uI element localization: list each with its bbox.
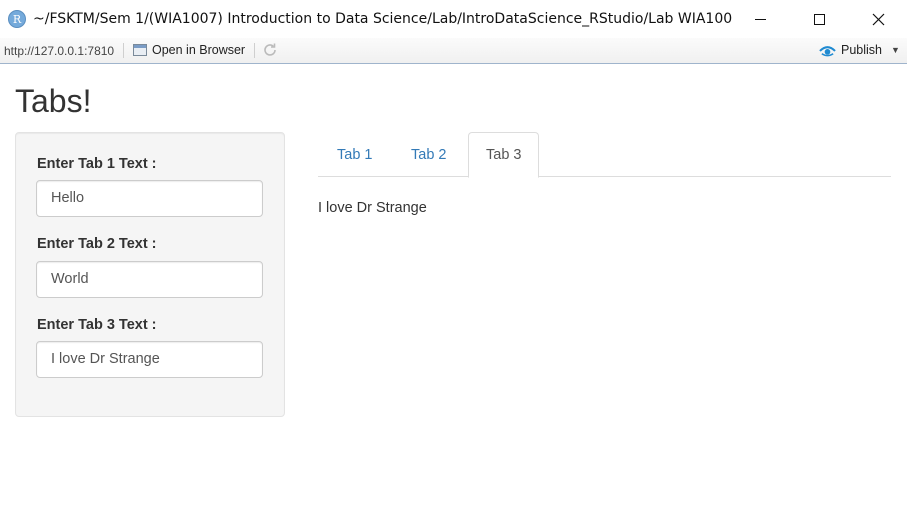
window-titlebar: R ~/FSKTM/Sem 1/(WIA1007) Introduction t… [0, 0, 907, 38]
open-in-browser-label: Open in Browser [152, 43, 246, 57]
publish-label: Publish [841, 43, 882, 57]
tab1-text-label: Enter Tab 1 Text : [37, 156, 157, 172]
refresh-icon[interactable] [262, 42, 278, 58]
toolbar-divider [254, 43, 255, 58]
tab2-text-input[interactable]: World [36, 261, 263, 298]
tab-3[interactable]: Tab 3 [468, 132, 540, 178]
open-in-browser-icon [133, 44, 147, 56]
tabset: Tab 1 Tab 2 Tab 3 [318, 132, 891, 178]
tab3-text-label: Enter Tab 3 Text : [37, 317, 157, 333]
minimize-button[interactable] [737, 0, 783, 38]
toolbar-divider [123, 43, 124, 58]
close-button[interactable] [855, 0, 901, 38]
viewer-toolbar: http://127.0.0.1:7810 Open in Browser Pu… [0, 38, 907, 64]
minimize-icon [754, 18, 766, 20]
tab-2[interactable]: Tab 2 [393, 132, 464, 177]
url-label: http://127.0.0.1:7810 [4, 44, 115, 58]
publish-button[interactable]: Publish ▼ [819, 43, 900, 57]
chevron-down-icon[interactable]: ▼ [891, 45, 900, 55]
tab-1[interactable]: Tab 1 [319, 132, 390, 177]
page-title: Tabs! [15, 83, 92, 119]
tab3-text-input[interactable]: I love Dr Strange [36, 341, 263, 378]
publish-icon [819, 46, 836, 57]
window-title: ~/FSKTM/Sem 1/(WIA1007) Introduction to … [33, 11, 733, 27]
tab1-text-input[interactable]: Hello [36, 180, 263, 217]
sidebar-panel: Enter Tab 1 Text : Hello Enter Tab 2 Tex… [15, 132, 285, 417]
close-icon [872, 13, 884, 25]
maximize-button[interactable] [796, 0, 842, 38]
maximize-icon [813, 13, 825, 25]
tab2-text-label: Enter Tab 2 Text : [37, 236, 157, 252]
tab-content-text: I love Dr Strange [318, 200, 427, 216]
open-in-browser-button[interactable]: Open in Browser [133, 43, 245, 57]
r-app-icon: R [8, 10, 26, 28]
